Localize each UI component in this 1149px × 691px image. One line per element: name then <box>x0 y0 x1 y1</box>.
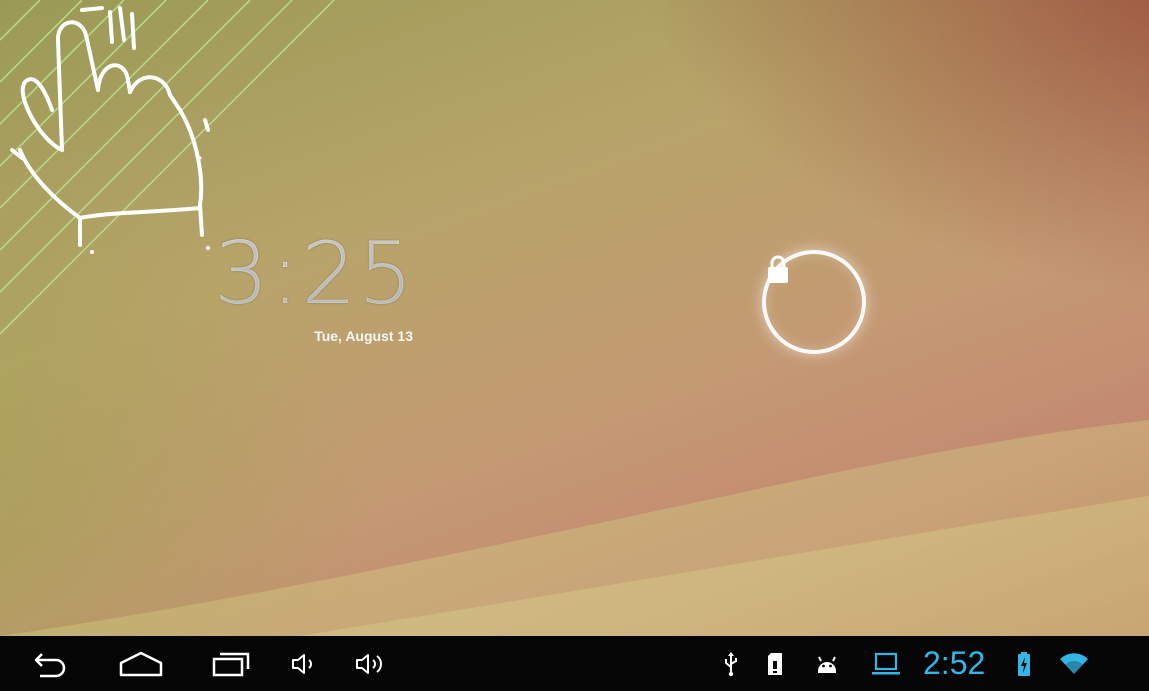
back-icon <box>34 652 66 677</box>
back-button[interactable] <box>26 636 74 691</box>
battery-charging-icon <box>1018 651 1030 676</box>
volume-down-icon <box>292 653 312 674</box>
android-debug-status <box>812 636 842 691</box>
status-clock: 2:52 <box>923 645 986 681</box>
lock-icon <box>768 255 788 283</box>
wifi-icon <box>1060 652 1088 674</box>
hand-swipe-icon <box>10 6 210 254</box>
usb-status <box>718 636 744 691</box>
clock-date: Tue, August 13 <box>314 328 413 344</box>
volume-up-icon <box>356 653 382 674</box>
battery-status <box>1012 636 1036 691</box>
volume-down-button[interactable] <box>284 636 324 691</box>
laptop-icon <box>872 652 900 674</box>
home-button[interactable] <box>114 636 168 691</box>
sd-card-status <box>762 636 788 691</box>
lock-screen: 3:25 Tue, August 13 2:52 <box>0 0 1149 691</box>
sd-card-icon <box>768 652 782 675</box>
home-icon <box>119 651 163 676</box>
volume-up-button[interactable] <box>348 636 392 691</box>
recent-apps-icon <box>212 652 250 676</box>
screen-cast-status <box>868 636 904 691</box>
android-debug-icon <box>818 656 836 673</box>
wifi-status <box>1056 636 1092 691</box>
unlock-handle[interactable] <box>762 250 866 354</box>
system-navigation-bar: 2:52 <box>0 636 1149 691</box>
recent-apps-button[interactable] <box>204 636 258 691</box>
usb-icon <box>725 651 737 676</box>
wallpaper: 3:25 Tue, August 13 <box>0 0 1149 636</box>
